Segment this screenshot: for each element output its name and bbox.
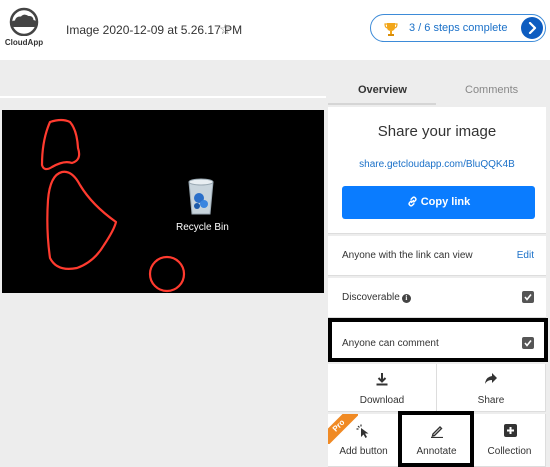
- discoverable-row: Discoverable i: [328, 278, 546, 318]
- app-logo[interactable]: CloudApp: [4, 6, 44, 56]
- page-title: Image 2020-12-09 at 5.26.17 PM: [66, 23, 243, 37]
- annotation-layer: [40, 118, 186, 293]
- share-label: Share: [477, 395, 505, 406]
- share-link[interactable]: share.getcloudapp.com/BluQQK4B: [328, 159, 546, 170]
- view-access-label: Anyone with the link can view: [342, 250, 473, 261]
- pro-badge: Pro: [328, 414, 358, 444]
- link-icon: [408, 196, 417, 207]
- annotate-highlight: [398, 411, 474, 467]
- chevron-right-icon: [528, 22, 537, 34]
- canvas-header: [0, 96, 326, 100]
- add-button[interactable]: Pro Add button: [328, 414, 400, 467]
- image-preview[interactable]: Recycle Bin: [2, 110, 324, 293]
- download-icon: [376, 373, 388, 386]
- checkmark-icon: [524, 294, 532, 301]
- share-panel: Share your image share.getcloudapp.com/B…: [328, 107, 546, 234]
- tab-comments[interactable]: Comments: [465, 84, 518, 96]
- share-button[interactable]: Share: [437, 364, 546, 412]
- steps-progress-label: 3 / 6 steps complete: [409, 22, 508, 34]
- collection-label: Collection: [487, 446, 532, 457]
- annotation-scribble-top: [40, 118, 81, 171]
- download-label: Download: [359, 395, 405, 406]
- collection-button[interactable]: Collection: [474, 414, 546, 467]
- trophy-icon: [384, 23, 398, 36]
- annotation-circle: [148, 255, 186, 293]
- active-tab-indicator: [328, 103, 436, 105]
- plus-square-icon: [504, 424, 517, 437]
- download-button[interactable]: Download: [328, 364, 437, 412]
- pro-badge-text: Pro: [328, 414, 358, 444]
- top-bar: CloudApp Image 2020-12-09 at 5.26.17 PM …: [0, 0, 550, 60]
- logo-text: CloudApp: [4, 38, 44, 47]
- share-title: Share your image: [377, 123, 497, 140]
- recycle-bin-icon[interactable]: [186, 176, 216, 216]
- recycle-bin-label: Recycle Bin: [176, 222, 229, 233]
- info-icon[interactable]: i: [401, 294, 411, 303]
- copy-link-button[interactable]: Copy link: [342, 186, 535, 219]
- steps-progress-button[interactable]: 3 / 6 steps complete: [370, 14, 546, 42]
- edit-access-link[interactable]: Edit: [517, 250, 534, 261]
- copy-link-label: Copy link: [420, 196, 471, 208]
- cloud-icon: [9, 7, 39, 36]
- cursor-click-icon: [356, 424, 369, 438]
- annotation-scribble-main: [46, 170, 118, 270]
- steps-next-button[interactable]: [521, 17, 543, 39]
- star-outline-icon[interactable]: ☆: [219, 21, 232, 37]
- discoverable-label: Discoverable i: [342, 292, 411, 303]
- discoverable-text: Discoverable: [342, 292, 400, 303]
- add-button-label: Add button: [339, 446, 388, 457]
- view-access-row: Anyone with the link can view Edit: [328, 236, 546, 276]
- share-arrow-icon: [485, 373, 497, 384]
- comment-highlight: [328, 318, 548, 362]
- canvas-divider: [0, 96, 326, 98]
- discoverable-checkbox[interactable]: [522, 291, 534, 303]
- tab-overview[interactable]: Overview: [358, 84, 407, 96]
